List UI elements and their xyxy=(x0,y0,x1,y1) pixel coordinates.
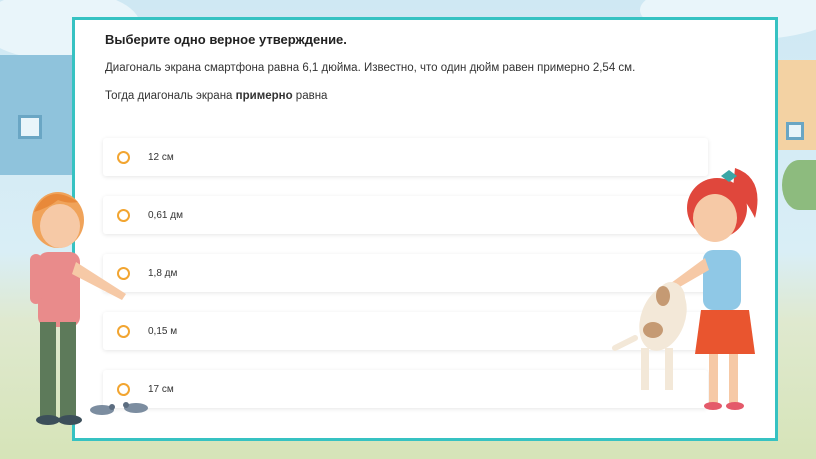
option-label: 17 см xyxy=(148,383,174,395)
house-left xyxy=(0,55,72,175)
girl-dog-illustration xyxy=(612,168,758,410)
house-right xyxy=(772,60,816,150)
radio-button[interactable] xyxy=(117,150,130,164)
option-label: 12 см xyxy=(148,151,174,163)
question-text: Диагональ экрана смартфона равна 6,1 дюй… xyxy=(105,62,636,74)
emphasis-text: примерно xyxy=(235,90,293,102)
option-label: 0,61 дм xyxy=(148,209,183,221)
question-title: Выберите одно верное утверждение. xyxy=(105,32,347,47)
question-prompt: Тогда диагональ экрана примерно равна xyxy=(105,90,328,102)
option-label: 1,8 дм xyxy=(148,267,178,279)
pigeons-illustration xyxy=(90,402,148,415)
boy-illustration xyxy=(30,192,126,425)
window-icon xyxy=(18,115,42,139)
option-label: 0,15 м xyxy=(148,325,178,337)
window-icon xyxy=(786,122,804,140)
tree-icon xyxy=(782,160,816,210)
